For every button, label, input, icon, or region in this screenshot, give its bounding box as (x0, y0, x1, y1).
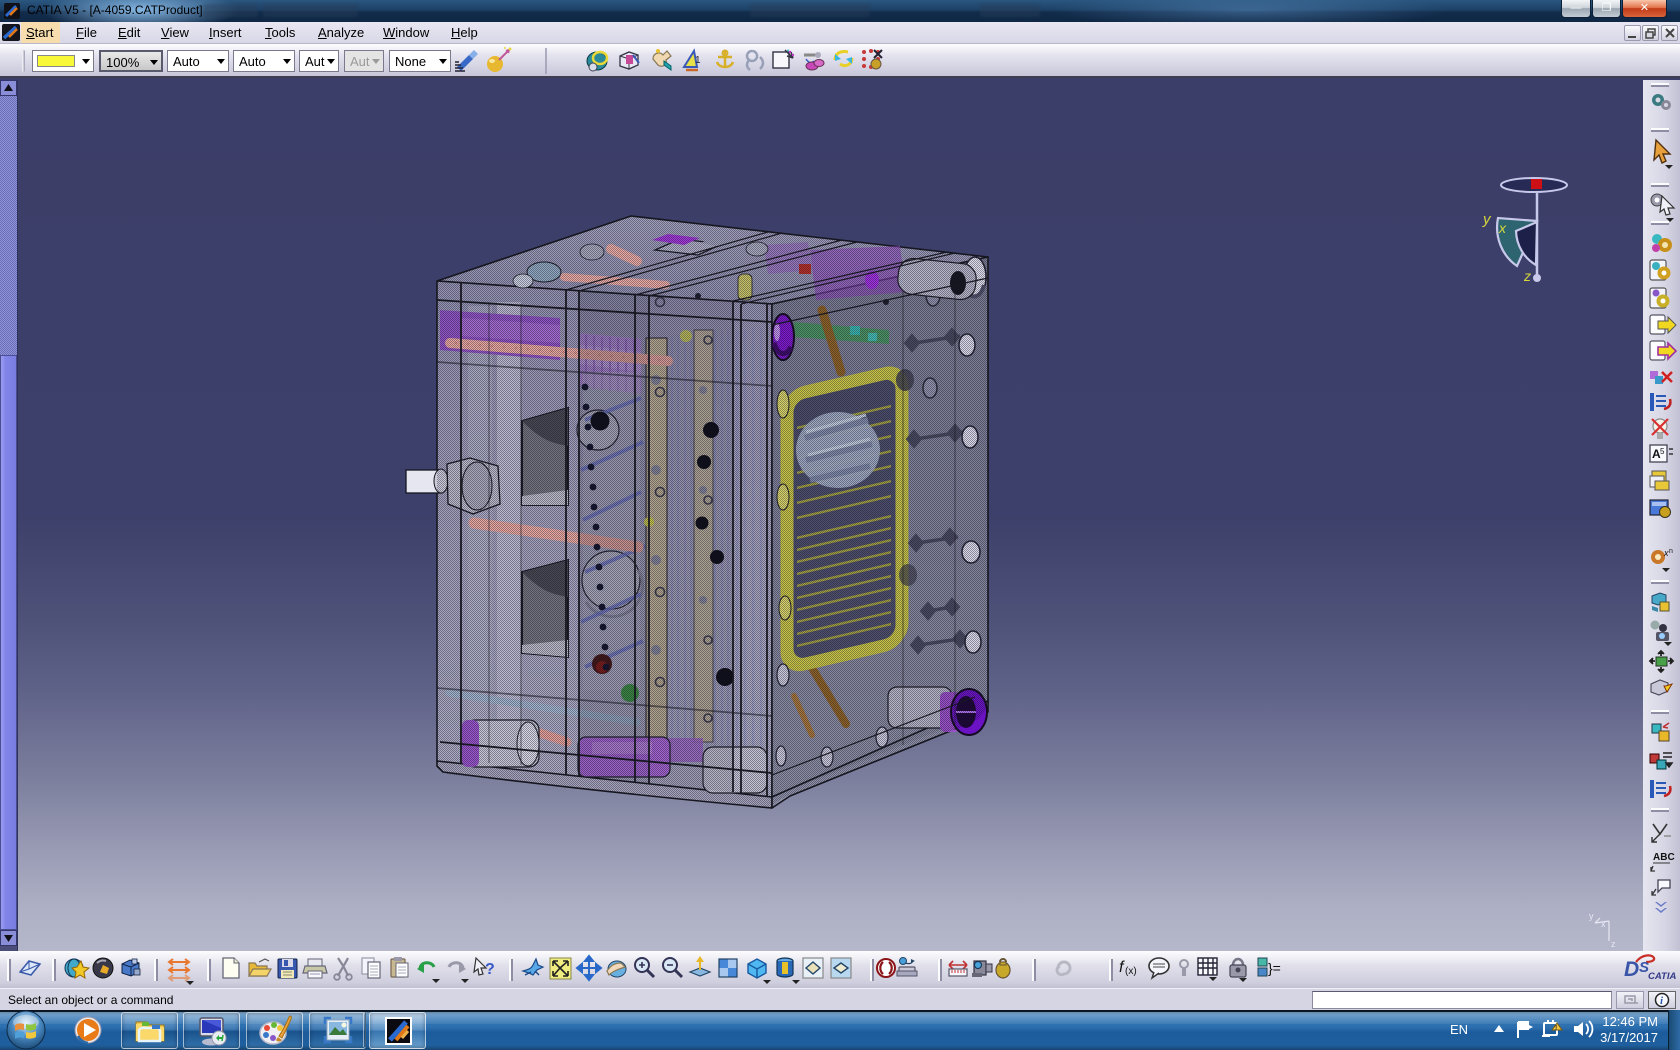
svg-text:z: z (1523, 268, 1531, 284)
svg-text:y: y (1482, 211, 1492, 228)
svg-text:1: 1 (695, 55, 701, 66)
svg-text:n: n (1669, 548, 1673, 555)
svg-text:(x): (x) (1125, 966, 1137, 977)
svg-text:y: y (1589, 911, 1594, 921)
svg-text:CATIA: CATIA (1648, 971, 1676, 982)
svg-text:5: 5 (1660, 447, 1665, 456)
svg-text:x: x (1601, 919, 1606, 929)
svg-text:z: z (1611, 939, 1616, 949)
svg-text:!: ! (1555, 1025, 1557, 1032)
svg-text:ABC: ABC (1653, 852, 1675, 863)
svg-text:x: x (1498, 220, 1507, 236)
svg-text:?: ? (485, 961, 495, 978)
svg-text:D: D (1624, 958, 1639, 981)
svg-text:}=: }= (1268, 960, 1281, 976)
